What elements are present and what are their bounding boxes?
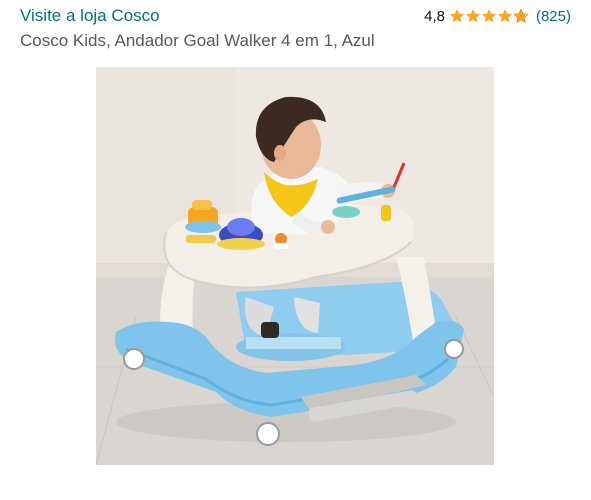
visit-store-link[interactable]: Visite a loja Cosco <box>20 6 160 26</box>
product-image[interactable] <box>96 67 494 465</box>
baby-walker-photo <box>96 67 494 465</box>
header-row: Visite a loja Cosco 4,8 (825) <box>20 4 571 28</box>
star-icon <box>482 9 496 23</box>
rating-value: 4,8 <box>424 7 445 25</box>
star-icon <box>498 9 512 23</box>
product-title: Cosco Kids, Andador Goal Walker 4 em 1, … <box>20 31 375 50</box>
star-icon <box>450 9 464 23</box>
review-count-link[interactable]: (825) <box>536 8 571 25</box>
star-icon <box>513 8 529 23</box>
star-icon <box>466 9 480 23</box>
rating-summary[interactable]: 4,8 (825) <box>424 8 571 25</box>
star-rating[interactable] <box>449 8 529 24</box>
